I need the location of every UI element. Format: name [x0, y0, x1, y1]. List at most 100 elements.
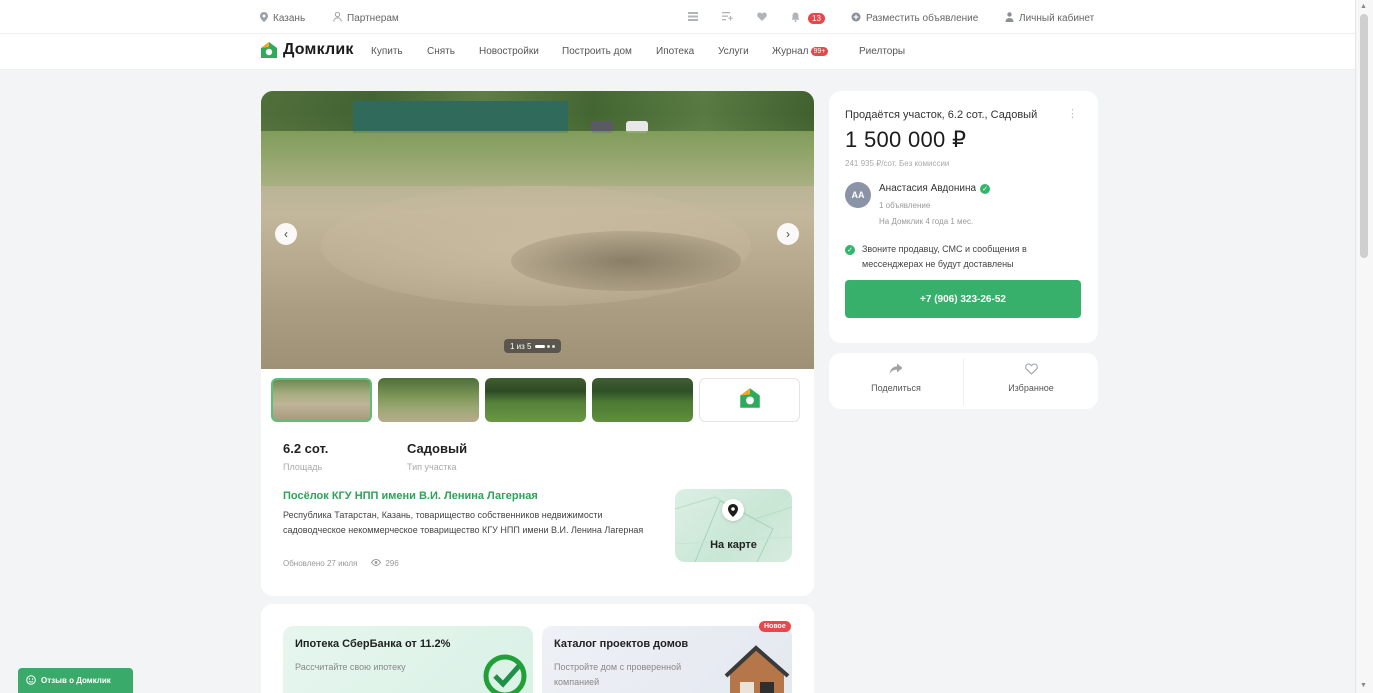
- top-utility-bar: Казань Партнерам 13 Разместить объявлени…: [0, 0, 1355, 34]
- city-label: Казань: [273, 13, 306, 24]
- saved-searches-button[interactable]: [722, 12, 733, 24]
- list-icon: [688, 12, 698, 24]
- favorites-header-button[interactable]: [757, 12, 767, 24]
- brand-name: Домклик: [283, 41, 354, 58]
- views-count: 296: [371, 559, 399, 568]
- address-title-link[interactable]: Посёлок КГУ НПП имени В.И. Ленина Лагерн…: [283, 490, 538, 502]
- heart-icon: [757, 12, 767, 24]
- actions-card: Поделиться Избранное: [829, 353, 1098, 409]
- domclick-logo-icon: [260, 41, 278, 59]
- thumbnail-3[interactable]: [485, 378, 586, 422]
- prev-photo-button[interactable]: ‹: [275, 223, 297, 245]
- bell-icon: [791, 12, 800, 25]
- new-badge: Новое: [759, 621, 791, 632]
- nav-item-mortgage[interactable]: Ипотека: [656, 46, 694, 57]
- contact-notice-text: Звоните продавцу, СМС и сообщения в месс…: [862, 244, 1027, 269]
- chevron-right-icon: ›: [786, 227, 790, 241]
- listing-title: Продаётся участок, 6.2 сот., Садовый: [845, 109, 1038, 121]
- scroll-down-icon[interactable]: ▼: [1360, 682, 1367, 689]
- thumbnail-more[interactable]: [699, 378, 800, 422]
- views-value: 296: [385, 559, 399, 568]
- favorite-label: Избранное: [1008, 383, 1054, 393]
- nav-item-build-house[interactable]: Построить дом: [562, 46, 632, 57]
- house-catalog-promo[interactable]: Каталог проектов домов Постройте дом с п…: [542, 626, 792, 693]
- post-ad-label: Разместить объявление: [866, 13, 979, 24]
- map-label: На карте: [710, 539, 757, 551]
- house-catalog-promo-title: Каталог проектов домов: [554, 638, 689, 650]
- mortgage-promo[interactable]: Ипотека СберБанка от 11.2% Рассчитайте с…: [283, 626, 533, 693]
- map-pin-icon: [722, 499, 744, 521]
- location-pin-icon: [260, 12, 268, 25]
- listing-price: 1 500 000 ₽: [845, 127, 967, 152]
- mortgage-promo-subtitle: Рассчитайте свою ипотеку: [295, 662, 406, 672]
- scroll-up-icon[interactable]: ▲: [1360, 3, 1367, 10]
- partners-label: Партнерам: [347, 13, 399, 24]
- map-thumbnail[interactable]: На карте: [675, 489, 792, 562]
- seller-avatar[interactable]: АА: [845, 182, 871, 208]
- seller-name-row[interactable]: Анастасия Авдонина ✓: [879, 183, 991, 194]
- nav-item-realtors[interactable]: Риелторы: [859, 46, 905, 57]
- smile-icon: [26, 674, 36, 687]
- spec-plot-type: Садовый Тип участка: [407, 441, 467, 472]
- seller-since: На Домклик 4 года 1 мес.: [879, 217, 974, 226]
- domclick-logo-icon: [739, 387, 761, 414]
- heart-outline-icon: [964, 363, 1098, 379]
- account-button[interactable]: Личный кабинет: [1005, 12, 1094, 25]
- scrollbar-thumb[interactable]: [1360, 14, 1368, 258]
- thumbnail-2[interactable]: [378, 378, 479, 422]
- share-label: Поделиться: [871, 383, 921, 393]
- filter-plus-icon: [722, 12, 733, 24]
- thumbnail-4[interactable]: [592, 378, 693, 422]
- seller-ads-count: 1 объявление: [879, 201, 931, 210]
- mortgage-promo-title: Ипотека СберБанка от 11.2%: [295, 638, 451, 650]
- price-per-unit: 241 935 ₽/сот. Без комиссии: [845, 159, 950, 168]
- more-options-icon[interactable]: ⋮: [1067, 107, 1078, 120]
- nav-item-services[interactable]: Услуги: [718, 46, 749, 57]
- favorite-button[interactable]: Избранное: [964, 363, 1098, 393]
- chevron-left-icon: ‹: [284, 227, 288, 241]
- address-full: Республика Татарстан, Казань, товарищест…: [283, 510, 644, 535]
- city-selector[interactable]: Казань: [260, 12, 305, 25]
- photo-counter: 1 из 5: [504, 339, 562, 353]
- nav-item-buy[interactable]: Купить: [371, 46, 403, 57]
- house-catalog-promo-subtitle: Постройте дом с проверенной компанией: [554, 662, 682, 687]
- shield-check-icon: ✓: [845, 245, 855, 255]
- eye-icon: [371, 559, 382, 568]
- house-illustration-icon: [722, 644, 792, 693]
- price-card: Продаётся участок, 6.2 сот., Садовый ⋮ 1…: [829, 91, 1098, 343]
- nav-item-journal[interactable]: Журнал 99+: [772, 46, 829, 57]
- feedback-button[interactable]: Отзыв о Домклик: [18, 668, 133, 693]
- nav-item-rent[interactable]: Снять: [427, 46, 455, 57]
- thumbnail-strip: [271, 376, 804, 424]
- spec-plot-type-label: Тип участка: [407, 462, 457, 472]
- listing-meta: Обновлено 27 июля 296: [283, 559, 399, 568]
- share-arrow-icon: [829, 363, 963, 379]
- domclick-logo[interactable]: Домклик: [260, 41, 354, 59]
- listing-main-card: ‹ › 1 из 5 6.2 сот. Площадь Садовый Тип …: [261, 91, 814, 596]
- listing-photo[interactable]: ‹ › 1 из 5: [261, 91, 814, 369]
- partners-link[interactable]: Партнерам: [333, 11, 399, 25]
- spec-area-value: 6.2 сот.: [283, 441, 329, 456]
- thumbnail-1[interactable]: [271, 378, 372, 422]
- verified-check-icon: ✓: [980, 183, 991, 194]
- next-photo-button[interactable]: ›: [777, 223, 799, 245]
- photo-grass: [261, 131, 814, 186]
- person-icon: [1005, 12, 1014, 25]
- journal-badge: 99+: [810, 47, 829, 56]
- page-scrollbar[interactable]: ▲ ▼: [1355, 0, 1373, 693]
- nav-item-new-buildings[interactable]: Новостройки: [479, 46, 539, 57]
- updated-date: Обновлено 27 июля: [283, 559, 358, 568]
- share-button[interactable]: Поделиться: [829, 363, 963, 393]
- notifications-button[interactable]: 13: [791, 12, 825, 25]
- plus-circle-icon: [851, 12, 861, 25]
- show-phone-button[interactable]: +7 (906) 323-26-52: [845, 280, 1081, 318]
- post-ad-button[interactable]: Разместить объявление: [851, 12, 978, 25]
- spec-plot-type-value: Садовый: [407, 441, 468, 456]
- account-label: Личный кабинет: [1019, 13, 1095, 24]
- promo-card: Ипотека СберБанка от 11.2% Рассчитайте с…: [261, 604, 814, 693]
- sberbank-logo-icon: [483, 654, 527, 693]
- seller-name: Анастасия Авдонина: [879, 183, 977, 194]
- main-navigation: Домклик Купить Снять Новостройки Построи…: [0, 34, 1355, 70]
- compare-button[interactable]: [688, 12, 698, 24]
- photo-counter-text: 1 из 5: [510, 341, 532, 351]
